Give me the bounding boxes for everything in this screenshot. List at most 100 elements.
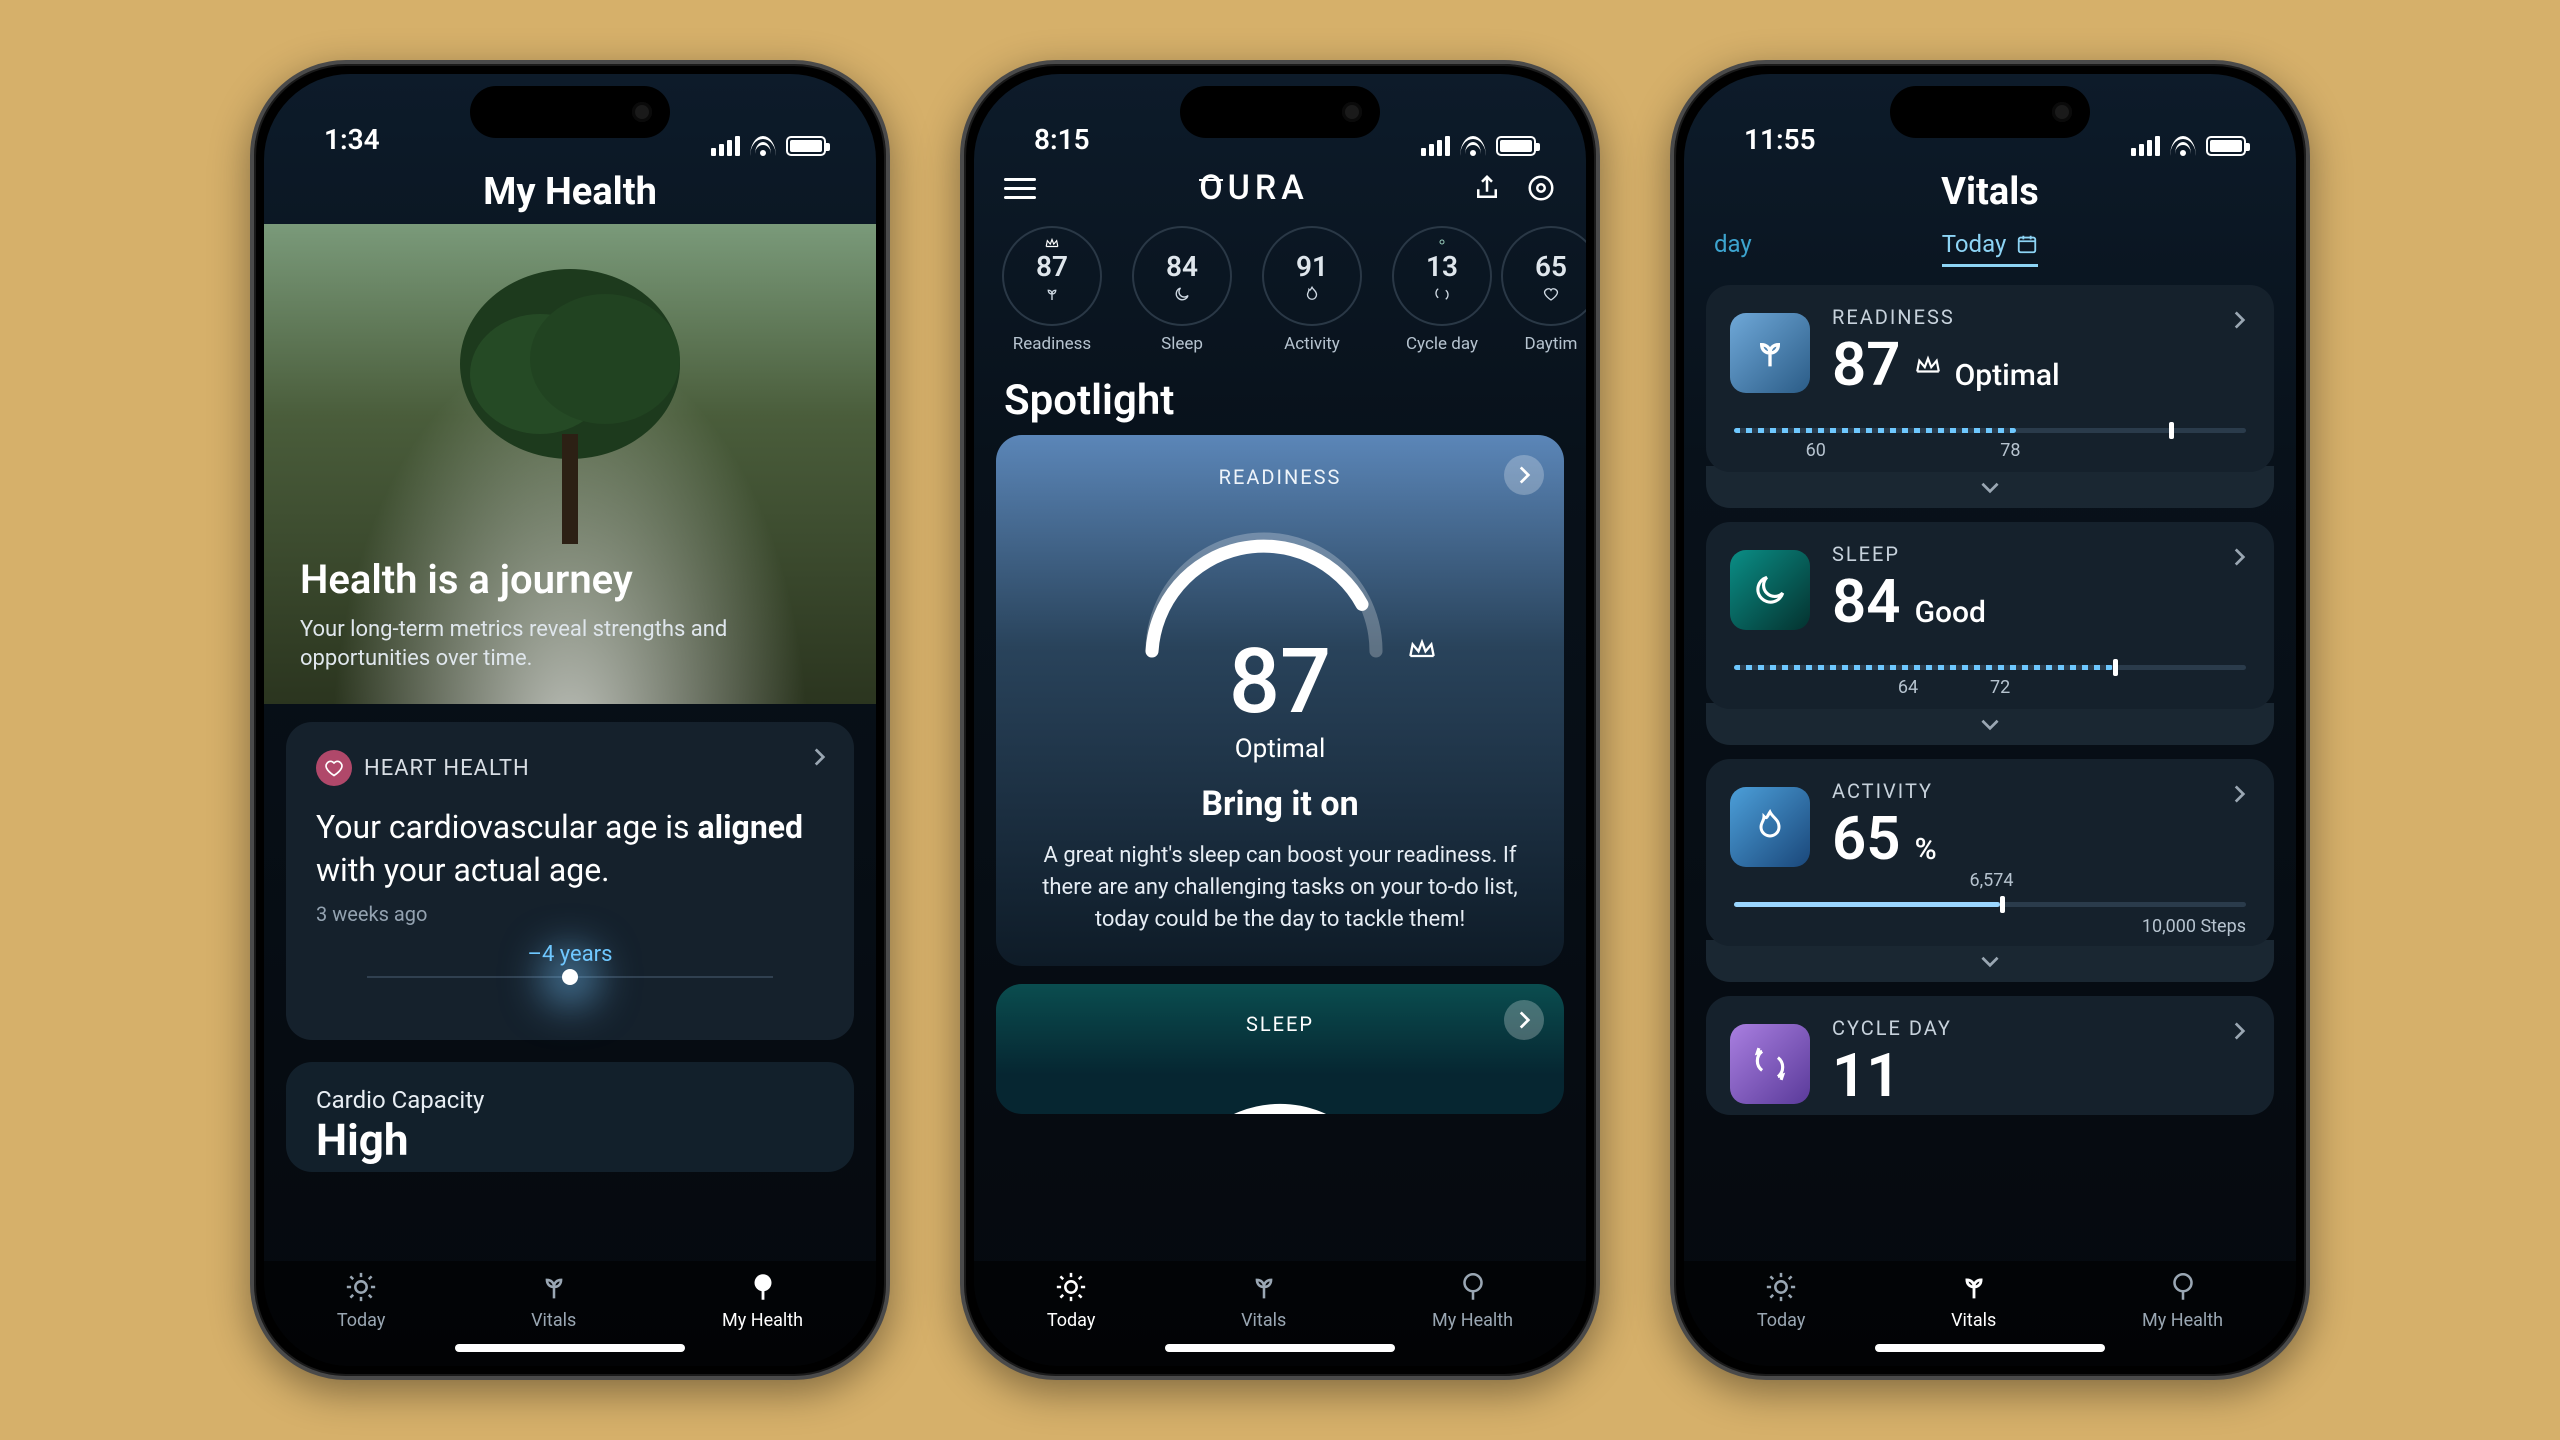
sprout-icon bbox=[1247, 1270, 1281, 1304]
tab-myhealth[interactable]: My Health bbox=[2142, 1270, 2223, 1331]
cardio-capacity-value: High bbox=[316, 1114, 824, 1166]
wifi-icon bbox=[750, 136, 776, 156]
battery-icon bbox=[786, 136, 826, 156]
heart-health-label: HEART HEALTH bbox=[364, 756, 530, 781]
sleep-label: SLEEP bbox=[1246, 1012, 1314, 1036]
readiness-body: A great night's sleep can boost your rea… bbox=[1032, 840, 1528, 936]
readiness-card[interactable]: READINESS 87 Optimal Bring it on A great… bbox=[996, 435, 1564, 966]
open-button[interactable] bbox=[1504, 1000, 1544, 1040]
sprout-icon bbox=[1957, 1270, 1991, 1304]
heart-health-pill: HEART HEALTH bbox=[316, 750, 530, 786]
heart-health-message: Your cardiovascular age is aligned with … bbox=[316, 806, 824, 892]
vital-cycle[interactable]: CYCLE DAY 11 bbox=[1706, 996, 2274, 1115]
sleep-range: 64 72 bbox=[1734, 655, 2246, 689]
cell-signal-icon bbox=[2131, 136, 2160, 156]
tab-myhealth[interactable]: My Health bbox=[1432, 1270, 1513, 1331]
calendar-icon bbox=[2016, 233, 2038, 255]
score-rings[interactable]: 87Readiness84Sleep91Activity13Cycle day6… bbox=[974, 216, 1586, 360]
screen-today: 8:15 OURA 87Readiness84Sleep91Activity13… bbox=[974, 74, 1586, 1366]
chevron-down-icon bbox=[1977, 474, 2003, 500]
heart-icon bbox=[316, 750, 352, 786]
activity-thumb bbox=[1730, 787, 1810, 867]
cycle-thumb bbox=[1730, 1024, 1810, 1104]
menu-button[interactable] bbox=[1004, 178, 1036, 199]
notch bbox=[1180, 86, 1380, 138]
heart-health-card[interactable]: HEART HEALTH Your cardiovascular age is … bbox=[286, 722, 854, 1040]
wifi-icon bbox=[1460, 136, 1486, 156]
sun-icon bbox=[1054, 1270, 1088, 1304]
hero-heading: Health is a journey bbox=[300, 556, 840, 603]
phone-today: 8:15 OURA 87Readiness84Sleep91Activity13… bbox=[960, 60, 1600, 1380]
activity-value: 65 bbox=[1832, 803, 1901, 874]
cardio-age-delta: –4 years bbox=[528, 942, 613, 967]
chevron-down-icon bbox=[1977, 948, 2003, 974]
tree-icon bbox=[746, 1270, 780, 1304]
crown-icon bbox=[1408, 639, 1436, 659]
home-indicator[interactable] bbox=[1165, 1344, 1395, 1352]
cycle-value: 11 bbox=[1832, 1040, 1901, 1111]
activity-unit: % bbox=[1915, 832, 1937, 867]
expand-activity[interactable] bbox=[1706, 940, 2274, 982]
tab-myhealth[interactable]: My Health bbox=[722, 1270, 803, 1331]
cardio-capacity-card[interactable]: Cardio Capacity High bbox=[286, 1062, 854, 1172]
sun-icon bbox=[1764, 1270, 1798, 1304]
phone-vitals: 11:55 Vitals day Today bbox=[1670, 60, 2310, 1380]
vital-activity[interactable]: ACTIVITY 65 % 6,574 10,000 Steps bbox=[1706, 759, 2274, 946]
notch bbox=[470, 86, 670, 138]
expand-sleep[interactable] bbox=[1706, 703, 2274, 745]
tab-today[interactable]: Today bbox=[1757, 1270, 1805, 1331]
ring-daytim[interactable]: 65Daytim bbox=[1516, 226, 1586, 354]
tree-icon bbox=[2166, 1270, 2200, 1304]
vital-sleep[interactable]: SLEEP 84 Good 64 72 bbox=[1706, 522, 2274, 709]
day-tabs: day Today bbox=[1684, 224, 2296, 281]
sun-icon bbox=[344, 1270, 378, 1304]
ring-readiness[interactable]: 87Readiness bbox=[996, 226, 1108, 354]
page-title: My Health bbox=[264, 164, 876, 224]
activity-range: 6,574 10,000 Steps bbox=[1734, 892, 2246, 926]
home-indicator[interactable] bbox=[455, 1344, 685, 1352]
ring-activity[interactable]: 91Activity bbox=[1256, 226, 1368, 354]
sleep-value: 84 bbox=[1832, 566, 1901, 637]
hero-subtext: Your long-term metrics reveal strengths … bbox=[300, 615, 740, 674]
status-right bbox=[711, 136, 826, 156]
cycle-label: CYCLE DAY bbox=[1832, 1016, 1952, 1040]
home-indicator[interactable] bbox=[1875, 1344, 2105, 1352]
vital-readiness[interactable]: READINESS 87 Optimal 60 78 bbox=[1706, 285, 2274, 472]
readiness-label: READINESS bbox=[1032, 465, 1528, 489]
cell-signal-icon bbox=[711, 136, 740, 156]
clock: 1:34 bbox=[324, 123, 380, 156]
chevron-right-icon bbox=[2226, 307, 2252, 333]
tab-vitals[interactable]: Vitals bbox=[1241, 1270, 1286, 1331]
target-icon[interactable] bbox=[1526, 173, 1556, 203]
sprout-icon bbox=[537, 1270, 571, 1304]
tab-vitals[interactable]: Vitals bbox=[531, 1270, 576, 1331]
content: READINESS 87 Optimal 60 78 bbox=[1684, 281, 2296, 1261]
chevron-right-icon bbox=[2226, 544, 2252, 570]
share-icon[interactable] bbox=[1472, 173, 1502, 203]
sleep-thumb bbox=[1730, 550, 1810, 630]
app-header: OURA bbox=[974, 164, 1586, 216]
cardio-age-bar: –4 years bbox=[316, 976, 824, 978]
tree-icon bbox=[1456, 1270, 1490, 1304]
tab-today[interactable]: Today bbox=[337, 1270, 385, 1331]
brand-logo: OURA bbox=[1199, 168, 1309, 208]
readiness-state: Optimal bbox=[1032, 734, 1528, 764]
sleep-card[interactable]: SLEEP bbox=[996, 984, 1564, 1114]
tab-today[interactable]: Today bbox=[1942, 230, 2039, 267]
chevron-right-icon bbox=[2226, 1018, 2252, 1044]
open-button[interactable] bbox=[1504, 455, 1544, 495]
clock: 8:15 bbox=[1034, 123, 1090, 156]
prev-day[interactable]: day bbox=[1714, 230, 1752, 258]
tab-vitals[interactable]: Vitals bbox=[1951, 1270, 1996, 1331]
status-right bbox=[1421, 136, 1536, 156]
battery-icon bbox=[2206, 136, 2246, 156]
spotlight-heading: Spotlight bbox=[974, 360, 1586, 435]
ring-sleep[interactable]: 84Sleep bbox=[1126, 226, 1238, 354]
expand-readiness[interactable] bbox=[1706, 466, 2274, 508]
tab-today[interactable]: Today bbox=[1047, 1270, 1095, 1331]
heart-health-timestamp: 3 weeks ago bbox=[316, 902, 824, 926]
ring-cycle-day[interactable]: 13Cycle day bbox=[1386, 226, 1498, 354]
activity-current: 6,574 bbox=[1970, 870, 2014, 891]
clock: 11:55 bbox=[1744, 123, 1816, 156]
wifi-icon bbox=[2170, 136, 2196, 156]
